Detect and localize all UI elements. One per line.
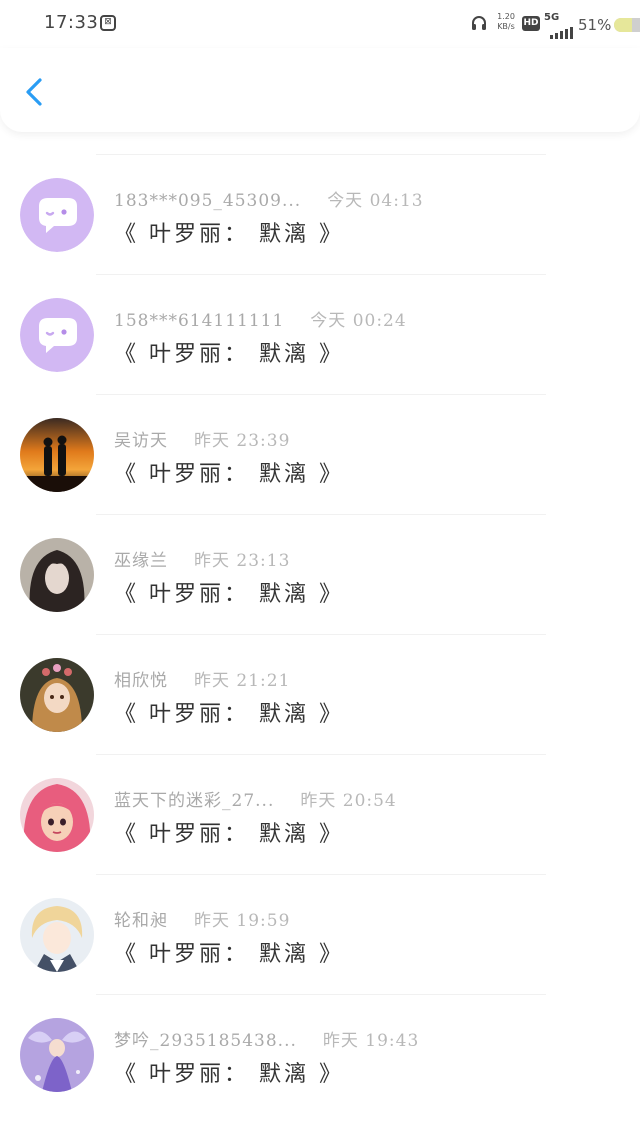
avatar[interactable]: [20, 1018, 94, 1092]
message-meta: 蓝天下的迷彩_27... 昨天 20:54: [114, 786, 397, 811]
sender-name: 巫缘兰: [114, 551, 168, 571]
chevron-left-icon: [26, 78, 42, 106]
message-time: 昨天 20:54: [300, 791, 397, 811]
avatar[interactable]: [20, 298, 94, 372]
message-time: 昨天 21:21: [194, 671, 291, 691]
message-meta: 梦吟_2935185438... 昨天 19:43: [114, 1026, 419, 1051]
message-text: 《 叶罗丽： 默漓 》: [114, 1062, 344, 1087]
status-bar: 17:33 ⊠ 1.20 KB/s HD 5G 51%: [0, 0, 640, 48]
avatar[interactable]: [20, 658, 94, 732]
message-time: 昨天 23:39: [194, 431, 291, 451]
message-meta: 吴访天 昨天 23:39: [114, 426, 290, 451]
message-text: 《 叶罗丽： 默漓 》: [114, 822, 344, 847]
avatar[interactable]: [20, 778, 94, 852]
signal-icon: [550, 24, 576, 43]
sender-name: 183***095_45309...: [114, 191, 302, 211]
message-list-item[interactable]: 183***095_45309... 今天 04:13 《 叶罗丽： 默漓 》: [0, 132, 640, 252]
avatar[interactable]: [20, 898, 94, 972]
battery-percent: 51%: [578, 16, 612, 34]
sender-name: 相欣悦: [114, 671, 168, 691]
message-text: 《 叶罗丽： 默漓 》: [114, 582, 344, 607]
message-time: 今天 04:13: [327, 191, 424, 211]
status-time: 17:33: [44, 12, 99, 33]
message-list-item[interactable]: 巫缘兰 昨天 23:13 《 叶罗丽： 默漓 》: [0, 492, 640, 612]
sender-name: 158***614111111: [114, 311, 285, 331]
network-speed: 1.20 KB/s: [494, 12, 518, 32]
message-list-item[interactable]: 轮和昶 昨天 19:59 《 叶罗丽： 默漓 》: [0, 852, 640, 972]
app-notification-icon: ⊠: [100, 15, 116, 31]
battery-level-fill: [614, 18, 633, 32]
message-list-item[interactable]: 相欣悦 昨天 21:21 《 叶罗丽： 默漓 》: [0, 612, 640, 732]
network-speed-value: 1.20: [497, 12, 515, 21]
message-text: 《 叶罗丽： 默漓 》: [114, 942, 344, 967]
message-list-item[interactable]: 梦吟_2935185438... 昨天 19:43 《 叶罗丽： 默漓 》: [0, 972, 640, 1092]
avatar[interactable]: [20, 538, 94, 612]
message-list-item[interactable]: 吴访天 昨天 23:39 《 叶罗丽： 默漓 》: [0, 372, 640, 492]
message-meta: 相欣悦 昨天 21:21: [114, 666, 290, 691]
sender-name: 轮和昶: [114, 911, 168, 931]
headset-icon: [470, 14, 488, 36]
message-text: 《 叶罗丽： 默漓 》: [114, 462, 344, 487]
hd-badge: HD: [522, 16, 540, 31]
message-time: 昨天 23:13: [194, 551, 291, 571]
sender-name: 吴访天: [114, 431, 168, 451]
network-speed-unit: KB/s: [497, 22, 515, 31]
header-bar: [0, 48, 640, 132]
battery-icon: [614, 18, 640, 32]
message-time: 今天 00:24: [310, 311, 407, 331]
message-time: 昨天 19:59: [194, 911, 291, 931]
avatar[interactable]: [20, 418, 94, 492]
message-text: 《 叶罗丽： 默漓 》: [114, 702, 344, 727]
network-type: 5G: [544, 12, 560, 23]
avatar[interactable]: [20, 178, 94, 252]
message-meta: 轮和昶 昨天 19:59: [114, 906, 290, 931]
sender-name: 梦吟_2935185438...: [114, 1031, 297, 1051]
message-list-item[interactable]: 蓝天下的迷彩_27... 昨天 20:54 《 叶罗丽： 默漓 》: [0, 732, 640, 852]
message-list-item[interactable]: 158***614111111 今天 00:24 《 叶罗丽： 默漓 》: [0, 252, 640, 372]
message-text: 《 叶罗丽： 默漓 》: [114, 342, 344, 367]
message-meta: 158***614111111 今天 00:24: [114, 306, 407, 331]
message-meta: 巫缘兰 昨天 23:13: [114, 546, 290, 571]
message-text: 《 叶罗丽： 默漓 》: [114, 222, 344, 247]
sender-name: 蓝天下的迷彩_27...: [114, 791, 275, 811]
back-button[interactable]: [18, 74, 54, 110]
message-meta: 183***095_45309... 今天 04:13: [114, 186, 424, 211]
message-time: 昨天 19:43: [322, 1031, 420, 1051]
